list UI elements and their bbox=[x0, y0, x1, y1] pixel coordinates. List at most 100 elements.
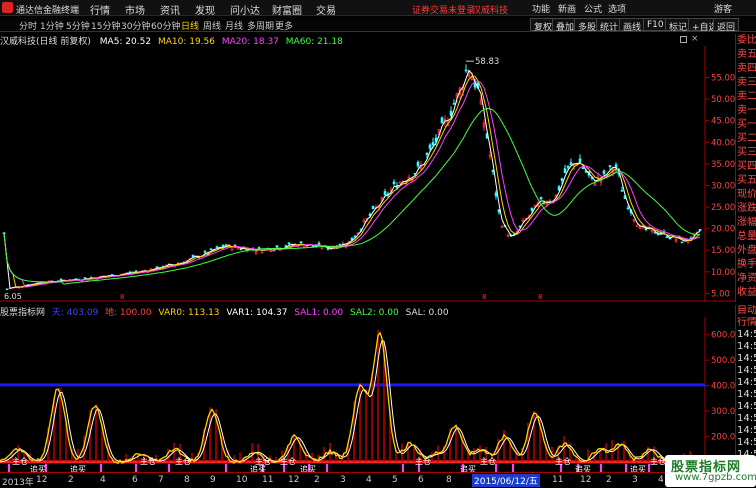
period-weekly[interactable]: 周线 bbox=[203, 19, 221, 32]
indicator-chart[interactable]: 600.0500.0400.0300.0200.0100.0追买追买追买追买追买… bbox=[0, 317, 735, 472]
sell-signal-label: 主仓 bbox=[175, 456, 191, 466]
sell-signal-label: 主仓 bbox=[650, 456, 666, 466]
menu-formula[interactable]: 公式 bbox=[584, 2, 602, 15]
signal-bar bbox=[402, 463, 404, 472]
side-label: 卖二 bbox=[737, 91, 756, 102]
period-60min[interactable]: 60分钟 bbox=[151, 19, 180, 32]
candle-body bbox=[392, 181, 396, 184]
date-tick: 11 bbox=[262, 475, 274, 485]
window-close-icon[interactable]: × bbox=[691, 35, 699, 44]
candle-body bbox=[665, 236, 669, 238]
peak-label: 58.83 bbox=[475, 57, 499, 67]
period-5min[interactable]: 5分钟 bbox=[66, 19, 90, 32]
period-daily[interactable]: 日线 bbox=[181, 19, 199, 32]
period-more[interactable]: 更多 bbox=[275, 19, 293, 32]
menu-trade[interactable]: 交易 bbox=[316, 2, 336, 17]
buy-signal-label: 追买 bbox=[460, 464, 476, 472]
side-label: 换手 bbox=[737, 259, 756, 270]
menu-quotes[interactable]: 行情 bbox=[90, 2, 110, 17]
period-timeshare[interactable]: 分时 bbox=[19, 19, 37, 32]
sell-signal-label: 主仓 bbox=[480, 456, 496, 466]
tick-label: 14:5 bbox=[737, 365, 756, 376]
buy-signal-label: 追买 bbox=[630, 464, 646, 472]
date-tick: 8 bbox=[184, 475, 190, 485]
candle-body bbox=[620, 190, 624, 192]
candle-body bbox=[494, 192, 498, 197]
side-label: 卖三 bbox=[737, 77, 756, 88]
menu-ask[interactable]: 问小达 bbox=[230, 2, 260, 17]
y-tick-label: 45.00 bbox=[711, 117, 735, 127]
candle-body bbox=[299, 241, 303, 243]
side-label: 现价 bbox=[737, 189, 756, 200]
candle-body bbox=[563, 168, 567, 174]
menu-wealth-circle[interactable]: 财富圈 bbox=[272, 2, 302, 17]
date-tick: 5 bbox=[392, 475, 398, 485]
date-tick: 2013年 bbox=[2, 478, 34, 488]
event-marker: 8 bbox=[482, 293, 486, 301]
date-tick: 12 bbox=[36, 475, 48, 485]
candle-body bbox=[383, 191, 387, 196]
tick-label: 自动 bbox=[737, 305, 756, 316]
stock-link[interactable]: 汉威科技 bbox=[472, 3, 508, 16]
menu-discover[interactable]: 发现 bbox=[195, 2, 215, 17]
date-tick: 3 bbox=[632, 475, 638, 485]
candle-body bbox=[680, 241, 684, 244]
side-label: 买二 bbox=[737, 133, 756, 144]
menu-news[interactable]: 资讯 bbox=[160, 2, 180, 17]
window-restore-icon[interactable] bbox=[680, 36, 687, 43]
tick-label: 14:5 bbox=[737, 389, 756, 400]
candle-body bbox=[215, 246, 219, 248]
period-toolbar: 分时 1分钟 5分钟 15分钟 30分钟 60分钟 日线 周线 月线 多周期 更… bbox=[0, 17, 756, 33]
candle-body bbox=[530, 207, 534, 211]
login-notice[interactable]: 证券交易未登录 bbox=[412, 3, 475, 16]
candle-body bbox=[191, 254, 195, 257]
y-tick-label: 200.0 bbox=[711, 432, 735, 442]
menu-options[interactable]: 选项 bbox=[608, 2, 626, 15]
side-label: 买三 bbox=[737, 147, 756, 158]
candle-body bbox=[566, 165, 570, 168]
ma20-line bbox=[3, 80, 701, 288]
candle-body bbox=[416, 161, 420, 167]
indicator-legend: 股票指标网 天: 403.09 地: 100.00 VAR0: 113.13 V… bbox=[0, 305, 449, 318]
signal-bar bbox=[512, 463, 514, 472]
y-tick-label: 50.00 bbox=[711, 95, 735, 105]
buy-signal-label: 追买 bbox=[300, 464, 316, 472]
sell-signal-label: 主仓 bbox=[555, 456, 571, 466]
period-multi[interactable]: 多周期 bbox=[247, 19, 274, 32]
side-label: 卖一 bbox=[737, 105, 756, 116]
period-15min[interactable]: 15分钟 bbox=[91, 19, 120, 32]
candle-body bbox=[257, 247, 261, 249]
menu-function[interactable]: 功能 bbox=[532, 2, 550, 15]
site-watermark: 股票指标网 www.7gpzb.com bbox=[665, 455, 756, 487]
signal-bar bbox=[8, 463, 10, 472]
buy-signal-label: 追买 bbox=[30, 464, 46, 472]
side-label: 买一 bbox=[737, 119, 756, 130]
side-label: 涨幅 bbox=[737, 217, 756, 228]
tick-label: 14:5 bbox=[737, 437, 756, 448]
period-30min[interactable]: 30分钟 bbox=[121, 19, 150, 32]
candlestick-chart[interactable]: 55.00 50.00 45.00 40.00 35.00 30.00 25.00 20.00… bbox=[0, 46, 735, 302]
period-monthly[interactable]: 月线 bbox=[225, 19, 243, 32]
f10-button[interactable]: F10 bbox=[643, 18, 668, 31]
candle-body bbox=[83, 277, 87, 279]
candle-body bbox=[302, 245, 306, 248]
candle-body bbox=[275, 245, 279, 248]
tick-label: 14:5 bbox=[737, 353, 756, 364]
tick-label: 14:5 bbox=[737, 377, 756, 388]
draw-line-button[interactable]: 画线 bbox=[619, 18, 646, 33]
date-tick: 2 bbox=[68, 475, 74, 485]
menu-market[interactable]: 市场 bbox=[125, 2, 145, 17]
sell-signal-label: 主仓 bbox=[280, 456, 296, 466]
period-1min[interactable]: 1分钟 bbox=[40, 19, 64, 32]
candle-body bbox=[371, 205, 375, 209]
candle-body bbox=[578, 158, 582, 163]
menu-new-draw[interactable]: 新画 bbox=[558, 2, 576, 15]
date-tick: 6 bbox=[418, 475, 424, 485]
signal-bar bbox=[168, 463, 170, 472]
tick-label: 14:5 bbox=[737, 329, 756, 340]
side-label: 委比 bbox=[737, 35, 756, 46]
guest-user[interactable]: 游客 bbox=[714, 2, 732, 15]
app-logo-icon bbox=[2, 2, 13, 13]
tick-side-panel: 自动行情14:514:514:514:514:514:514:514:514:5… bbox=[735, 305, 756, 472]
return-button[interactable]: 返回 bbox=[713, 18, 740, 33]
